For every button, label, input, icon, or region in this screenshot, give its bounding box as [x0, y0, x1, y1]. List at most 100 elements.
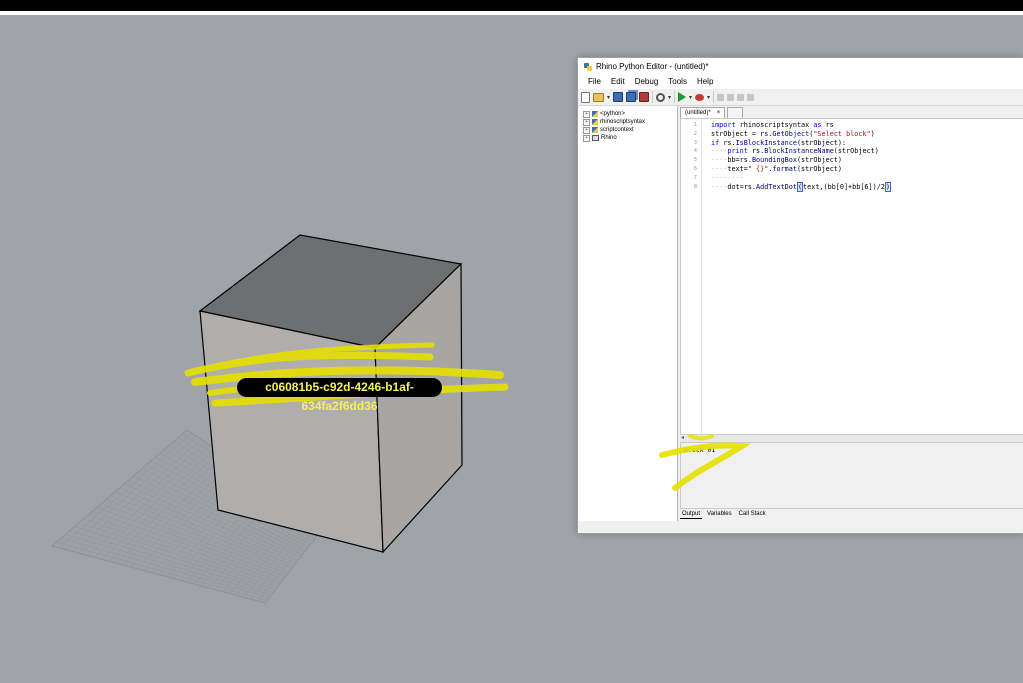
line-number: 2 [693, 130, 697, 137]
step-out-icon[interactable] [737, 93, 745, 101]
code-text: bb=rs. [727, 156, 752, 165]
tree-item-rhinoscriptsyntax[interactable]: + rhinoscriptsyntax [578, 118, 677, 126]
close-icon[interactable]: × [717, 108, 721, 118]
open-folder-icon[interactable] [593, 92, 604, 102]
new-file-icon[interactable] [581, 91, 590, 103]
tab-label: (untitled)* [685, 110, 711, 116]
code-line[interactable]: import rhinoscriptsyntax as rs [711, 121, 891, 130]
code-text: ) [870, 129, 875, 138]
string-literal: " {}" [747, 164, 769, 173]
step-over-icon[interactable] [727, 93, 735, 101]
indent-guide: ···· [711, 147, 728, 156]
code-line[interactable]: strObject = rs.GetObject("Select block") [711, 130, 891, 139]
tree-item-label: <python> [600, 111, 626, 117]
line-number-gutter: 1 2 3 4 5 6 7 8 [681, 119, 702, 435]
code-text: (strObject) [833, 147, 879, 156]
indent-guide: ········ [711, 173, 744, 182]
code-line[interactable]: ····print rs.BlockInstanceName(strObject… [711, 147, 891, 156]
save-icon[interactable] [613, 92, 624, 102]
code-text: (strObject) [796, 156, 842, 165]
output-tabs: Output Variables Call Stack [680, 509, 1023, 519]
function-name: BoundingBox [751, 156, 797, 165]
python-module-icon [592, 111, 598, 117]
code-line[interactable]: ····bb=rs.BoundingBox(strObject) [711, 156, 891, 165]
menu-file[interactable]: File [583, 75, 606, 89]
chevron-down-icon[interactable]: ▾ [689, 94, 692, 101]
step-into-icon[interactable] [717, 93, 725, 101]
tree-item-scriptcontext[interactable]: + scriptcontext [578, 126, 677, 134]
tab-untitled[interactable]: (untitled)* × [680, 107, 726, 118]
tab-variables[interactable]: Variables [705, 509, 734, 519]
menu-help[interactable]: Help [692, 75, 718, 89]
code-lines[interactable]: import rhinoscriptsyntax as rs strObject… [711, 119, 891, 192]
toolbar-separator [713, 91, 715, 103]
code-line[interactable]: if rs.IsBlockInstance(strObject): [711, 139, 891, 148]
editor-titlebar[interactable]: Rhino Python Editor - (untitled)* [578, 58, 1023, 75]
code-text: text,(bb[0]+bb[6])/2 [803, 182, 885, 191]
python-module-icon [592, 127, 598, 133]
menu-edit[interactable]: Edit [606, 75, 630, 89]
tree-item-label: rhinoscriptsyntax [600, 119, 646, 125]
line-number: 1 [693, 122, 697, 128]
save-as-icon[interactable] [639, 92, 650, 102]
output-panel[interactable]: Block 01 [680, 442, 1023, 509]
code-line[interactable]: ····dot=rs.AddTextDot(text,(bb[0]+bb[6])… [711, 181, 891, 192]
chevron-left-icon[interactable]: ◂ [681, 435, 684, 442]
keyword: import [711, 121, 736, 129]
line-number: 8 [693, 183, 697, 190]
tree-item-python[interactable]: + <python> [578, 110, 677, 118]
expand-icon[interactable]: + [583, 118, 590, 126]
chevron-down-icon[interactable]: ▾ [707, 94, 710, 101]
code-text: rs. [747, 147, 765, 156]
code-text: rhinoscriptsyntax [735, 121, 814, 129]
tab-output[interactable]: Output [680, 509, 703, 519]
line-number: 7 [693, 174, 697, 181]
menu-tools[interactable]: Tools [663, 75, 692, 89]
code-text: rs. [719, 138, 736, 147]
expand-icon[interactable]: + [583, 134, 590, 142]
code-text: text= [727, 164, 748, 173]
code-text: strObject = rs. [711, 129, 773, 138]
chevron-down-icon[interactable]: ▾ [668, 94, 671, 101]
output-text: Block 01 [684, 446, 716, 454]
expand-icon[interactable]: + [583, 126, 590, 134]
code-text: dot=rs. [727, 182, 757, 191]
debug-icon[interactable] [695, 93, 705, 101]
menu-bar: File Edit Debug Tools Help [578, 75, 1023, 89]
chevron-down-icon[interactable]: ▾ [607, 94, 610, 101]
function-name: BlockInstanceName [764, 147, 834, 156]
tree-item-rhino[interactable]: + Rhino [578, 134, 677, 142]
stop-icon[interactable] [747, 93, 755, 101]
save-all-icon[interactable] [626, 92, 637, 102]
line-number: 3 [693, 139, 697, 146]
python-module-icon [592, 119, 598, 125]
line-number: 6 [693, 165, 697, 172]
tab-call-stack[interactable]: Call Stack [737, 509, 768, 519]
tree-item-label: Rhino [601, 135, 617, 141]
python-editor-window[interactable]: Rhino Python Editor - (untitled)* File E… [577, 57, 1023, 534]
string-literal: "Select block" [813, 129, 871, 138]
menu-debug[interactable]: Debug [630, 75, 664, 89]
expand-icon[interactable]: + [583, 110, 590, 118]
new-tab-icon[interactable] [727, 107, 744, 118]
indent-guide: ···· [711, 156, 728, 165]
horizontal-scrollbar[interactable]: ◂ [680, 434, 1023, 442]
keyword: as [813, 121, 822, 129]
code-text: (strObject) [796, 164, 842, 173]
function-name: IsBlockInstance [735, 138, 797, 147]
text-dot[interactable]: c06081b5-c92d-4246-b1af-634fa2f6dd36 [237, 378, 442, 413]
namespace-icon [592, 135, 599, 141]
bracket-match: ) [884, 181, 891, 192]
module-tree[interactable]: + <python> + rhinoscriptsyntax + scriptc… [578, 106, 678, 521]
find-icon[interactable] [656, 92, 666, 102]
function-name: AddTextDot [756, 182, 797, 191]
code-editor[interactable]: 1 2 3 4 5 6 7 8 import rhinoscriptsyntax… [680, 118, 1023, 436]
toolbar-separator [674, 91, 676, 103]
line-number: 4 [693, 148, 697, 155]
top-black-bar [0, 0, 1023, 11]
indent-guide: ···· [711, 182, 728, 191]
run-icon[interactable] [678, 92, 687, 102]
editor-tabs: (untitled)* × [680, 106, 1023, 118]
code-line[interactable]: ····text=" {}".format(strObject) [711, 165, 891, 174]
python-logo-icon [584, 62, 592, 71]
